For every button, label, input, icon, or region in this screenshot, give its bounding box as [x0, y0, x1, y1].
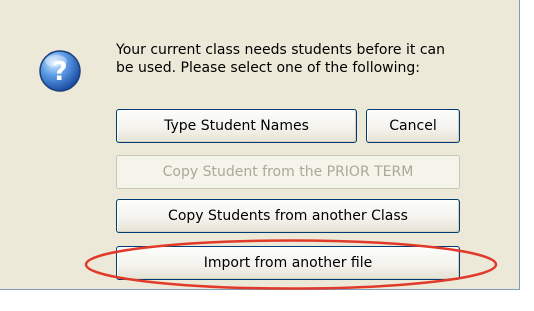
- type-student-names-button[interactable]: Type Student Names: [116, 109, 357, 143]
- dialog-window: ? Your current class needs students befo…: [0, 0, 520, 290]
- dialog-message: Your current class needs students before…: [116, 41, 476, 77]
- import-from-file-button[interactable]: Import from another file: [116, 246, 460, 280]
- copy-students-another-class-button[interactable]: Copy Students from another Class: [116, 199, 460, 233]
- message-line-1: Your current class needs students before…: [116, 42, 445, 58]
- cancel-button[interactable]: Cancel: [366, 109, 460, 143]
- svg-text:?: ?: [52, 57, 67, 87]
- copy-student-prior-term-button: Copy Student from the PRIOR TERM: [116, 155, 460, 189]
- message-line-2: be used. Please select one of the follow…: [116, 60, 420, 76]
- question-mark-icon: ?: [38, 49, 82, 93]
